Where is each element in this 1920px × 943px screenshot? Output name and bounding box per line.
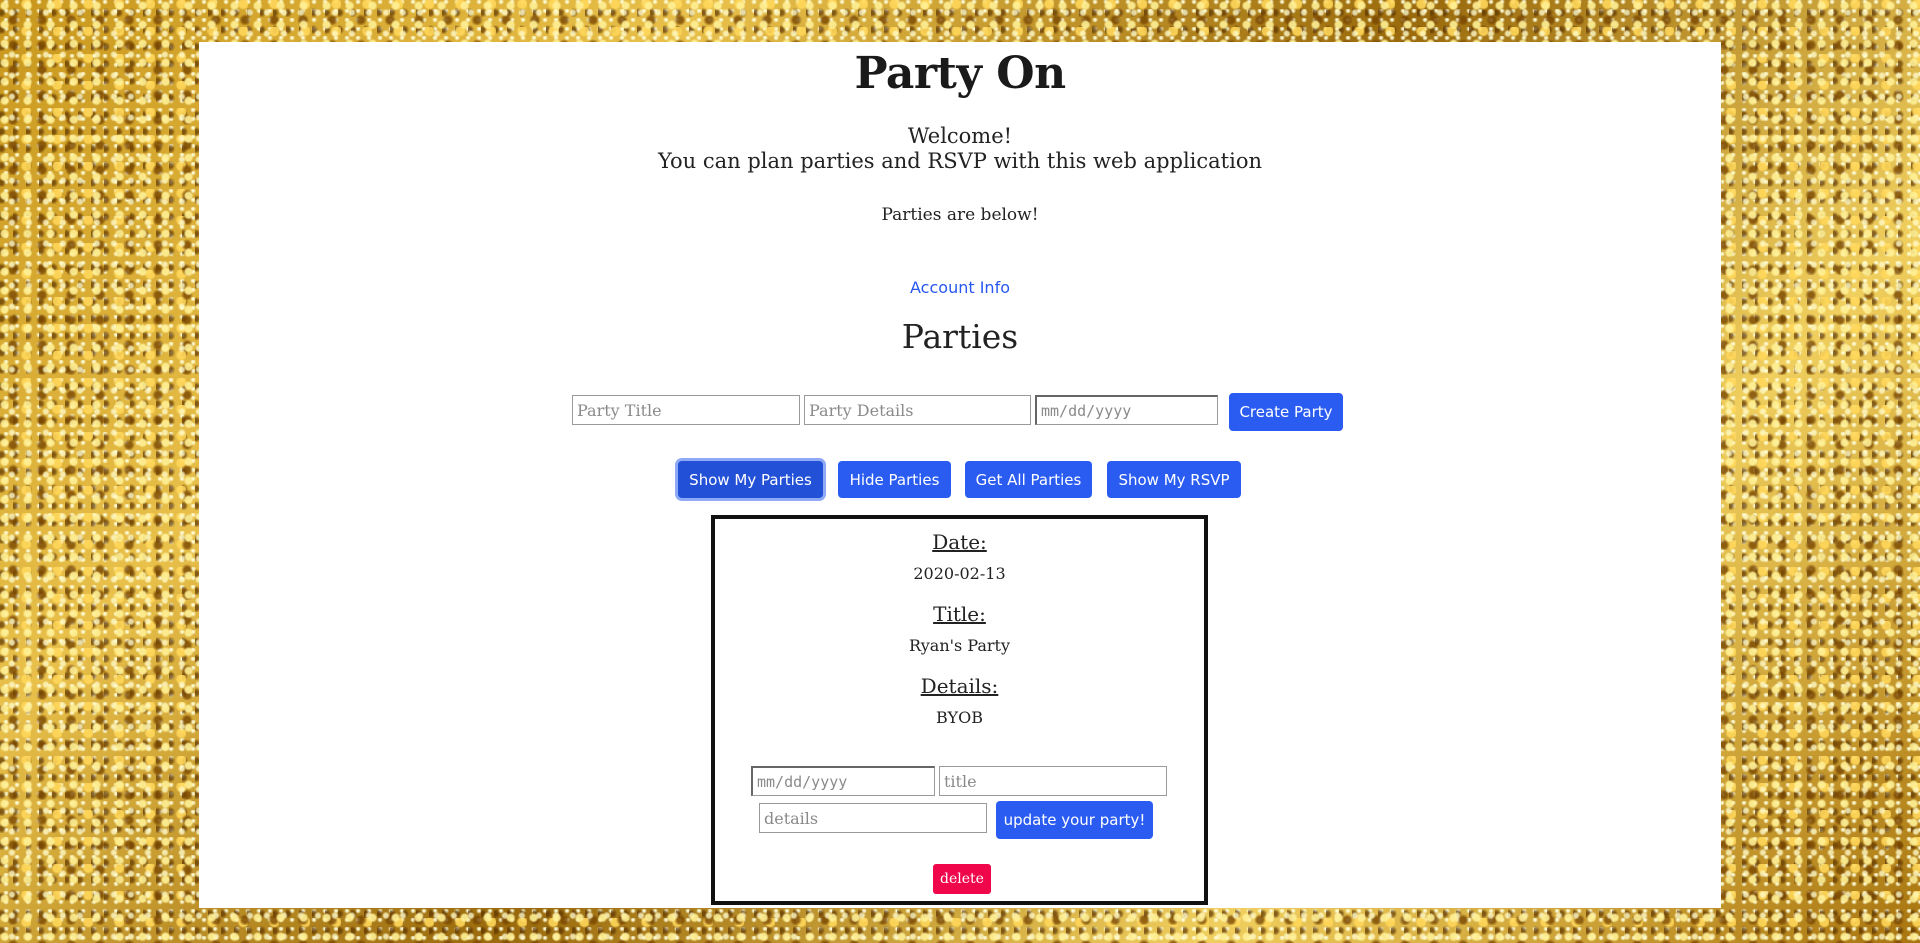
hide-parties-button[interactable]: Hide Parties (838, 461, 951, 498)
party-details-input[interactable] (804, 395, 1031, 425)
update-details-input[interactable] (759, 803, 987, 833)
create-party-button[interactable]: Create Party (1229, 393, 1343, 431)
party-title-input[interactable] (572, 395, 800, 425)
parties-heading: Parties (901, 317, 1019, 356)
show-my-rsvp-button[interactable]: Show My RSVP (1107, 461, 1241, 498)
account-link-container: Account Info (199, 278, 1721, 297)
main-panel: Party On Welcome! You can plan parties a… (199, 42, 1721, 908)
details-value: BYOB (936, 708, 983, 727)
title-label: Title: (933, 602, 986, 626)
party-date-input[interactable] (1035, 395, 1218, 425)
show-my-parties-button[interactable]: Show My Parties (678, 461, 823, 498)
welcome-line-2: You can plan parties and RSVP with this … (657, 149, 1263, 173)
page-title: Party On (854, 48, 1066, 99)
date-value: 2020-02-13 (913, 564, 1006, 583)
account-info-link[interactable]: Account Info (910, 278, 1010, 297)
delete-party-button[interactable]: delete (933, 864, 991, 894)
get-all-parties-button[interactable]: Get All Parties (965, 461, 1092, 498)
party-card: Date: 2020-02-13 Title: Ryan's Party Det… (711, 515, 1208, 905)
welcome-message: Welcome! You can plan parties and RSVP w… (199, 124, 1721, 174)
parties-below-text: Parties are below! (881, 205, 1039, 225)
title-value: Ryan's Party (908, 636, 1011, 655)
date-label: Date: (932, 530, 987, 554)
update-title-input[interactable] (939, 766, 1167, 796)
welcome-line-1: Welcome! (907, 124, 1013, 148)
update-party-button[interactable]: update your party! (996, 801, 1153, 839)
details-label: Details: (920, 674, 999, 698)
update-date-input[interactable] (751, 766, 935, 796)
